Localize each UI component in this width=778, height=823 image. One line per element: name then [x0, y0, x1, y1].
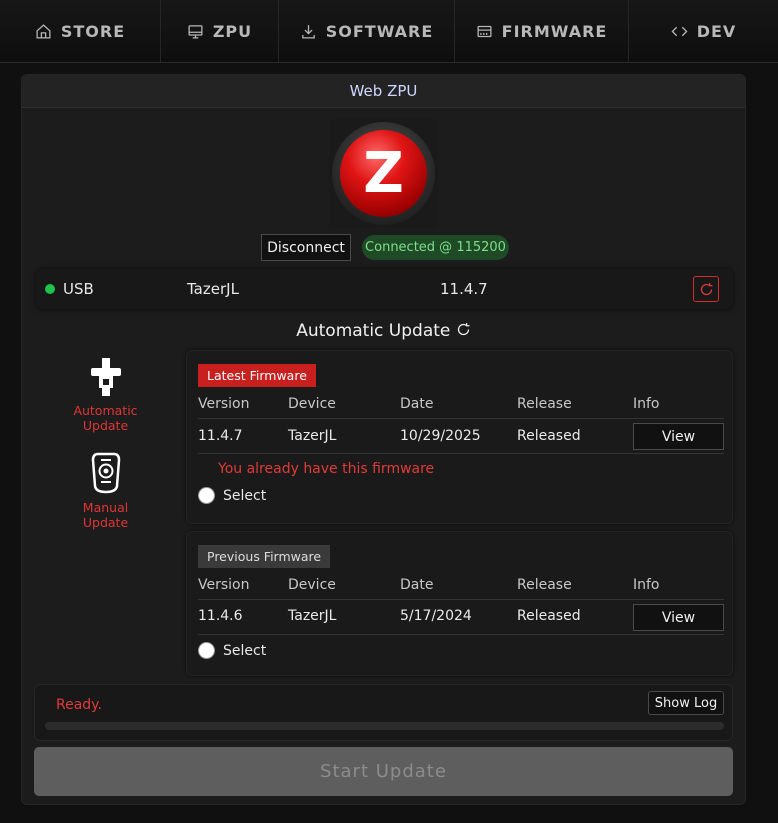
previous-version: 11.4.6	[198, 608, 243, 624]
update-mode-title: Automatic Update	[296, 321, 451, 341]
nav-store[interactable]: STORE	[0, 0, 161, 62]
connected-dot-icon	[45, 284, 55, 294]
chip-icon	[477, 25, 492, 37]
refresh-icon	[700, 282, 712, 295]
connection-status-badge: Connected @ 115200	[362, 235, 509, 260]
nav-zpu-label: ZPU	[212, 21, 253, 41]
previous-select-radio[interactable]	[198, 642, 215, 659]
device-remote-icon	[91, 452, 120, 494]
device-interface: USB	[63, 280, 94, 298]
usb-stick-icon	[90, 358, 121, 396]
device-bar: USB TazerJL 11.4.7	[36, 269, 733, 309]
card-title: Web ZPU	[22, 75, 745, 108]
home-icon	[36, 23, 51, 39]
latest-firmware-panel: Latest Firmware Version Device Date Rele…	[186, 350, 733, 524]
col-date: Date	[400, 577, 434, 593]
latest-device: TazerJL	[288, 428, 337, 444]
previous-device: TazerJL	[288, 608, 337, 624]
col-version: Version	[198, 396, 250, 412]
start-update-button[interactable]: Start Update	[34, 747, 733, 796]
previous-date: 5/17/2024	[400, 608, 472, 624]
nav-firmware[interactable]: FIRMWARE	[455, 0, 629, 62]
latest-release: Released	[517, 428, 581, 444]
device-name: TazerJL	[187, 280, 239, 298]
previous-release: Released	[517, 608, 581, 624]
nav-software[interactable]: SOFTWARE	[279, 0, 455, 62]
nav-dev[interactable]: DEV	[629, 0, 778, 62]
automatic-update-label: Automatic Update	[73, 403, 138, 433]
top-nav: STORE ZPU SOFTWARE FIRMWARE DEV	[0, 0, 778, 63]
refresh-small-icon[interactable]	[456, 322, 471, 337]
nav-software-label: SOFTWARE	[325, 21, 434, 41]
latest-firmware-tag: Latest Firmware	[198, 364, 316, 387]
automatic-update-mode[interactable]: Automatic Update	[62, 357, 149, 433]
col-version: Version	[198, 577, 250, 593]
download-icon	[301, 24, 315, 39]
latest-select-radio[interactable]	[198, 487, 215, 504]
code-icon	[671, 26, 688, 36]
status-text: Ready.	[56, 697, 102, 713]
col-release: Release	[517, 577, 572, 593]
refresh-device-button[interactable]	[693, 276, 719, 302]
nav-store-label: STORE	[60, 21, 126, 41]
col-date: Date	[400, 396, 434, 412]
col-info: Info	[633, 577, 660, 593]
update-progress-bar	[45, 722, 724, 730]
zpu-logo: Z	[329, 119, 438, 228]
show-log-button[interactable]: Show Log	[648, 691, 724, 715]
web-zpu-card: Web ZPU Z Disconnect Connected @ 115200 …	[21, 74, 746, 805]
manual-update-mode[interactable]: Manual Update	[62, 452, 149, 530]
latest-date: 10/29/2025	[400, 428, 481, 444]
col-device: Device	[288, 577, 336, 593]
previous-firmware-panel: Previous Firmware Version Device Date Re…	[186, 531, 733, 676]
latest-select-label: Select	[223, 488, 267, 504]
nav-dev-label: DEV	[696, 21, 737, 41]
manual-update-label: Manual Update	[82, 500, 129, 530]
disconnect-button[interactable]: Disconnect	[261, 234, 351, 261]
latest-view-button[interactable]: View	[633, 423, 724, 450]
nav-firmware-label: FIRMWARE	[501, 21, 608, 41]
logo-letter: Z	[363, 141, 404, 206]
device-version: 11.4.7	[440, 280, 488, 298]
monitor-icon	[188, 24, 203, 39]
status-box: Ready. Show Log	[34, 684, 733, 741]
already-have-warning: You already have this firmware	[218, 461, 435, 477]
latest-version: 11.4.7	[198, 428, 243, 444]
previous-view-button[interactable]: View	[633, 604, 724, 631]
update-section-title: Automatic Update	[22, 321, 745, 341]
previous-firmware-tag: Previous Firmware	[198, 545, 331, 568]
previous-select-label: Select	[223, 643, 267, 659]
col-release: Release	[517, 396, 572, 412]
col-info: Info	[633, 396, 660, 412]
nav-zpu[interactable]: ZPU	[161, 0, 279, 62]
col-device: Device	[288, 396, 336, 412]
